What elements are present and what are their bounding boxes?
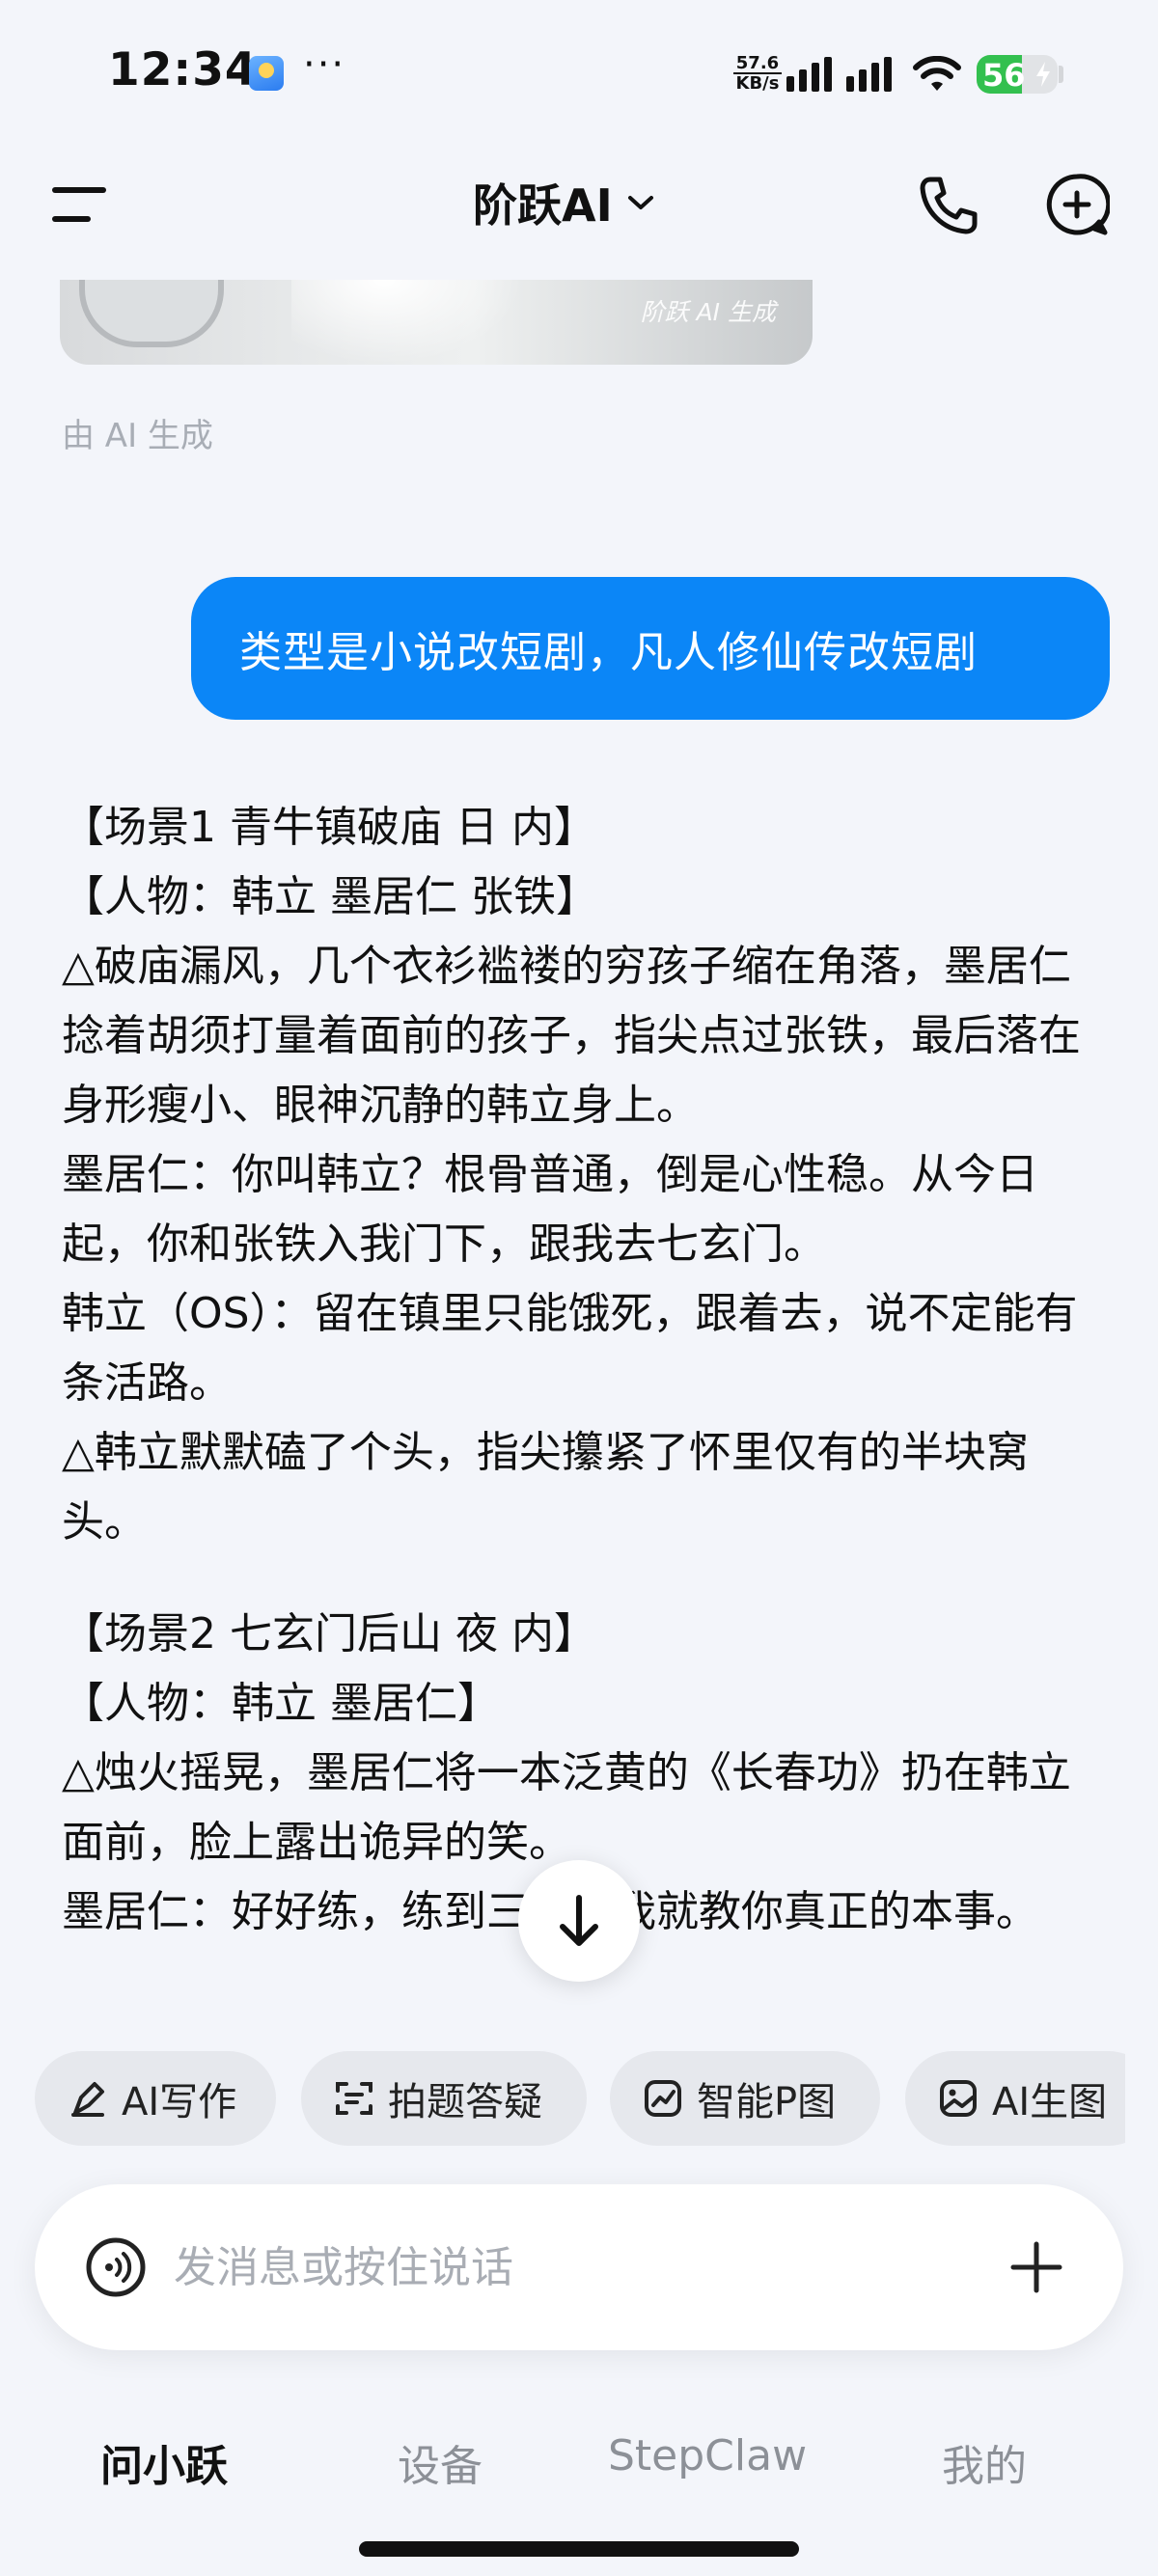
script-line: 墨居仁：你叫韩立？根骨普通，倒是心性稳。从今日起，你和张铁入我门下，跟我去七玄门… [62,1150,1038,1269]
model-selector[interactable]: 阶跃AI [473,174,655,232]
assistant-response: 【场景1 青牛镇破庙 日 内】 【人物：韩立 墨居仁 张铁】 △破庙漏风，几个衣… [62,793,1104,1989]
notification-app-icon [249,56,284,91]
header-title: 阶跃AI [473,179,613,232]
user-message-bubble: 类型是小说改短剧，凡人修仙传改短剧 [191,577,1110,720]
tab-stepclaw[interactable]: StepClaw [608,2431,807,2480]
network-speed-value: 57.6 [735,53,780,73]
script-line: △破庙漏风，几个衣衫褴褛的穷孩子缩在角落，墨居仁捻着胡须打量着面前的孩子，指尖点… [62,942,1081,1130]
chevron-down-icon [627,196,653,209]
ai-generated-image[interactable]: 阶跃 AI 生成 [60,280,813,365]
new-chat-button[interactable] [1044,172,1110,237]
plus-icon[interactable] [1009,2240,1063,2294]
scene-characters: 【人物：韩立 墨居仁】 [62,1679,500,1728]
wifi-icon [913,56,961,91]
menu-button[interactable] [52,183,108,226]
message-input[interactable] [174,2233,965,2302]
chip-photo-question[interactable]: 拍题答疑 [301,2051,587,2146]
tab-ask-xiaoyue[interactable]: 问小跃 [100,2431,228,2493]
scene-characters: 【人物：韩立 墨居仁 张铁】 [62,872,598,921]
scene-heading: 【场景1 青牛镇破庙 日 内】 [62,803,596,852]
chip-smart-photo-edit[interactable]: 智能P图 [610,2051,880,2146]
script-line: 韩立（OS）：留在镇里只能饿死，跟着去，说不定能有条活路。 [62,1289,1078,1408]
menu-icon-line [52,187,106,193]
photo-edit-icon [645,2080,681,2117]
quick-actions-bar[interactable]: AI写作 拍题答疑 智能P图 AI生图 [35,2051,1125,2146]
user-message-text: 类型是小说改短剧，凡人修仙传改短剧 [239,628,978,677]
phone-call-button[interactable] [917,174,980,237]
image-highlight [291,280,523,365]
scroll-to-bottom-button[interactable] [518,1860,640,1982]
scene-block: 【场景1 青牛镇破庙 日 内】 【人物：韩立 墨居仁 张铁】 △破庙漏风，几个衣… [62,793,1104,1557]
tab-devices[interactable]: 设备 [398,2431,482,2493]
chip-ai-image-gen[interactable]: AI生图 [905,2051,1125,2146]
image-watermark: 阶跃 AI 生成 [640,298,776,326]
battery-percentage: 56 [982,57,1026,94]
ai-generated-note: 由 AI 生成 [62,417,213,455]
pen-icon [71,2082,104,2117]
script-line: △韩立默默磕了个头，指尖攥紧了怀里仅有的半块窝头。 [62,1428,1029,1547]
image-bag-shape [79,280,224,347]
scan-icon [336,2082,372,2115]
scene-heading: 【场景2 七玄门后山 夜 内】 [62,1609,596,1658]
app-header: 阶跃AI [0,145,1158,260]
message-composer [35,2184,1123,2350]
network-speed-unit: KB/s [733,72,782,93]
tab-me[interactable]: 我的 [942,2431,1027,2493]
menu-icon-line [52,216,91,222]
arrow-down-icon [560,1895,598,1946]
chip-label: 拍题答疑 [388,2080,542,2124]
voice-input-icon[interactable] [85,2236,147,2298]
chip-label: 智能P图 [697,2080,837,2124]
charging-bolt-icon [1036,62,1050,87]
chip-label: AI写作 [122,2080,237,2124]
battery-indicator: 56 [977,55,1058,94]
image-icon [940,2080,977,2117]
bottom-navigation: 问小跃 设备 StepClaw 我的 [0,2393,1158,2528]
chip-ai-writing[interactable]: AI写作 [35,2051,276,2146]
status-time: 12:34 [108,43,258,96]
network-speed: 57.6 KB/s [733,54,782,93]
home-indicator[interactable] [359,2541,799,2557]
battery-cap [1059,66,1063,83]
script-line: △烛火摇晃，墨居仁将一本泛黄的《长春功》扔在韩立面前，脸上露出诡异的笑。 [62,1748,1071,1867]
chip-label: AI生图 [992,2080,1108,2124]
more-notifications-icon: ··· [303,42,346,87]
signal-bars-icon [786,57,892,92]
status-bar: 12:34 ··· 57.6 KB/s 56 [0,0,1158,145]
